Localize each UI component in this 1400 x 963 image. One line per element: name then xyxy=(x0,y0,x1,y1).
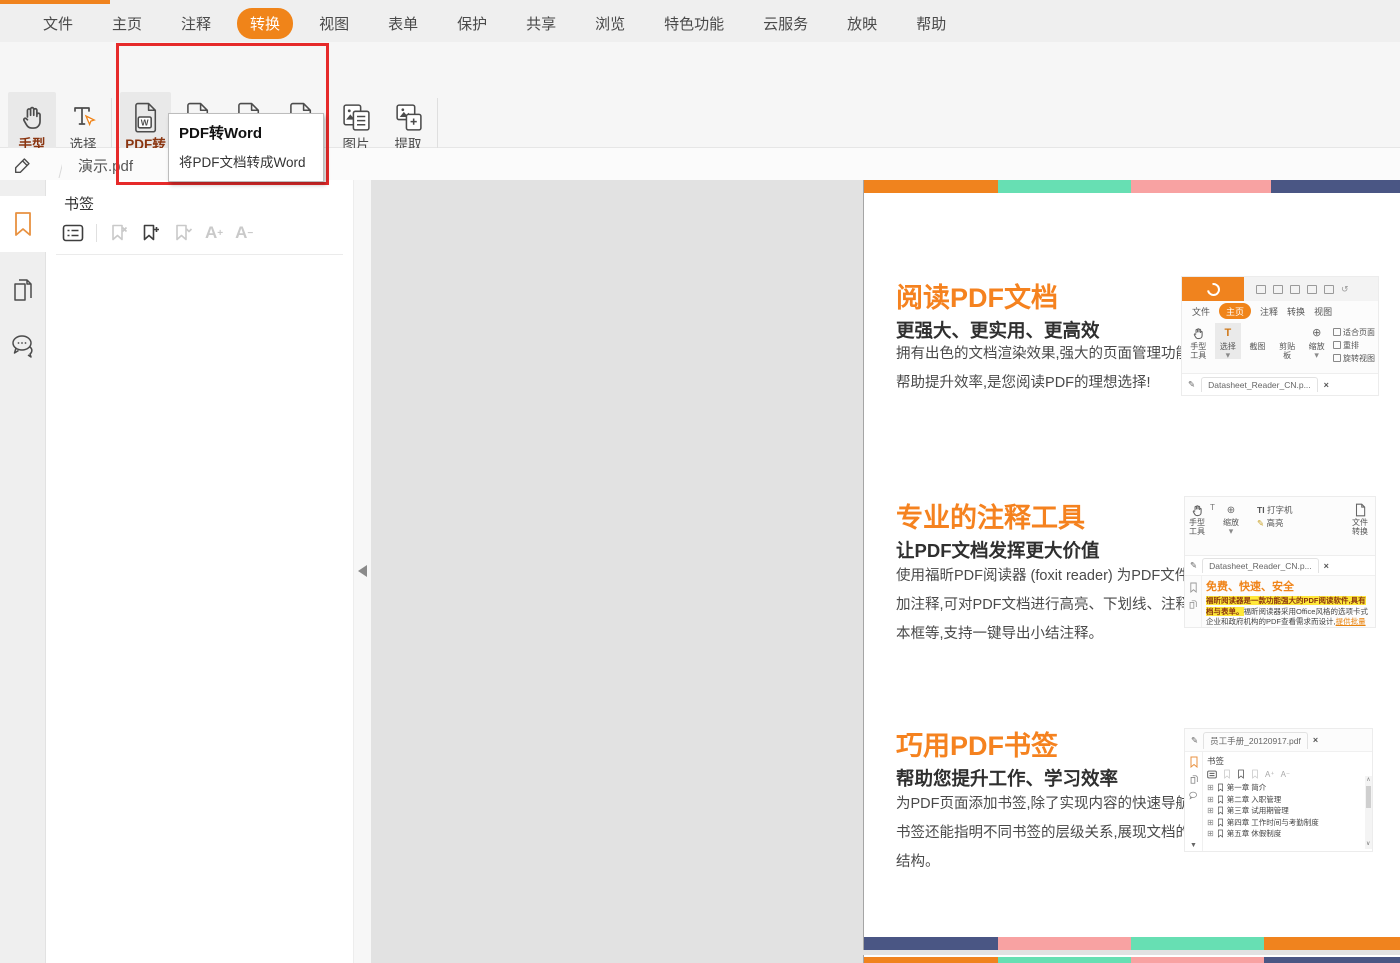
pdf-page: 阅读PDF文档 更强大、更实用、更高效 拥有出色的文档渲染效果,强大的页面管理功… xyxy=(863,180,1400,950)
sidebar-pages-button[interactable] xyxy=(0,262,46,318)
menu-tab-view[interactable]: 视图 xyxy=(319,13,349,34)
sidebar-bookmarks-button[interactable] xyxy=(0,196,46,252)
mini-doc-tab-bar: ✎ Datasheet_Reader_CN.p... × xyxy=(1185,555,1375,575)
mini-screenshot-bookmarks: ✎ 员工手册_20120917.pdf × ▼ 书签 A⁺ A⁻ ⊞ 第一章 简… xyxy=(1184,728,1373,852)
menu-tab-file[interactable]: 文件 xyxy=(43,13,73,34)
section-subtitle: 让PDF文档发挥更大价值 xyxy=(896,540,1100,561)
next-page-color-bar xyxy=(864,957,1400,963)
extract-image-icon xyxy=(393,98,424,136)
menu-tab-home[interactable]: 主页 xyxy=(112,13,142,34)
mini-toolbar: 手型 工具 T ⊕ 缩放 ▾ TI 打字机 ✎ 高亮 文件 转换 xyxy=(1189,503,1368,536)
menu-tab-help[interactable]: 帮助 xyxy=(916,13,946,34)
font-increase-button[interactable]: A + xyxy=(205,223,223,243)
mini-menu-tabs: 文件 主页 注释 转换 视图 xyxy=(1182,301,1378,321)
menu-tab-protect[interactable]: 保护 xyxy=(457,13,487,34)
pencil-icon: ✎ xyxy=(1191,734,1199,745)
mail-icon xyxy=(1307,284,1317,294)
menu-tab-browse[interactable]: 浏览 xyxy=(595,13,625,34)
hand-icon xyxy=(19,98,46,136)
folder-icon xyxy=(1256,284,1266,294)
toolbar-divider xyxy=(96,224,97,242)
navigation-sidebar xyxy=(0,180,46,963)
menu-bar: 文件 主页 注释 转换 视图 表单 保护 共享 浏览 特色功能 云服务 放映 帮… xyxy=(0,4,1400,42)
menu-tab-cloud[interactable]: 云服务 xyxy=(763,13,808,34)
section-title: 阅读PDF文档 xyxy=(896,283,1058,313)
section-title: 专业的注释工具 xyxy=(896,503,1085,533)
expand-bookmarks-button[interactable] xyxy=(173,223,193,243)
bookmarks-panel-title: 书签 xyxy=(64,196,95,213)
tooltip-description: 将PDF文档转成Word xyxy=(179,155,306,170)
doc-icon xyxy=(1324,284,1334,294)
section-subtitle: 帮助您提升工作、学习效率 xyxy=(896,768,1119,789)
mini-doc-content: 免费、快速、安全 福昕阅读器是一款功能强大的PDF阅读软件,具有 档与表单。福昕… xyxy=(1185,575,1375,627)
mini-toolbar: 手型 工具 T 选择 ▾ 截图 剪贴板 ⊕ 缩放 ▾ 适合页面 重排 旋转视图 xyxy=(1182,321,1378,373)
print-icon xyxy=(1290,284,1300,294)
mini-screenshot-reader: ↺ 文件 主页 注释 转换 视图 手型 工具 T 选择 ▾ 截图 剪贴 板 ⊕ … xyxy=(1181,276,1379,396)
save-icon xyxy=(1273,284,1283,294)
tooltip: PDF转Word 将PDF文档转成Word xyxy=(168,113,324,182)
section-title: 巧用PDF书签 xyxy=(896,731,1058,761)
page-top-color-bar xyxy=(864,180,1400,193)
menu-tab-share[interactable]: 共享 xyxy=(526,13,556,34)
bookmarks-panel-toolbar: A + A − xyxy=(62,220,253,246)
mini-sidebar: ▼ xyxy=(1185,752,1203,851)
main-area: 书签 A + A − 阅读PDF文档 更强大、更实用、更高效 拥有出色的文档渲染… xyxy=(0,180,1400,963)
document-tab[interactable]: 演示.pdf xyxy=(62,150,180,180)
panel-separator xyxy=(56,254,343,255)
section-body: 使用福昕PDF阅读器 (foxit reader) 为PDF文件添 加注释,可对… xyxy=(896,568,1220,642)
panel-resizer[interactable] xyxy=(353,180,371,963)
mini-scrollbar: ∧ ∨ xyxy=(1365,776,1372,849)
mini-view-options: 适合页面 重排 旋转视图 xyxy=(1332,323,1375,365)
menu-tab-convert[interactable]: 转换 xyxy=(237,7,294,39)
pdf-to-word-icon: W xyxy=(131,98,160,136)
image-to-pdf-icon xyxy=(341,98,372,136)
document-view: 阅读PDF文档 更强大、更实用、更高效 拥有出色的文档渲染效果,强大的页面管理功… xyxy=(371,180,1400,963)
next-pdf-page-edge xyxy=(863,955,1400,963)
undo-icon: ↺ xyxy=(1341,283,1349,294)
pencil-icon: ✎ xyxy=(1188,379,1196,389)
bookmark-icon xyxy=(15,212,31,236)
close-icon: × xyxy=(1323,560,1329,571)
foxit-logo xyxy=(1182,277,1244,301)
sidebar-comments-button[interactable] xyxy=(0,318,46,374)
annotate-pencil-icon[interactable] xyxy=(12,154,34,176)
mini-bookmarks-panel: 书签 A⁺A⁻ ⊞第一章 简介 ⊞第二章 入职管理 ⊞第三章 试用期管理 xyxy=(1207,756,1372,849)
close-icon: × xyxy=(1323,379,1329,390)
menu-tab-comment[interactable]: 注释 xyxy=(181,13,211,34)
delete-bookmark-button[interactable] xyxy=(109,223,129,243)
mini-doc-tab-bar: ✎ 员工手册_20120917.pdf × xyxy=(1185,729,1372,751)
foxit-reader-window: 文件 主页 注释 转换 视图 表单 保护 共享 浏览 特色功能 云服务 放映 帮… xyxy=(0,0,1400,963)
section-body: 拥有出色的文档渲染效果,强大的页面管理功能, 帮助提升效率,是您阅读PDF的理想… xyxy=(896,346,1195,391)
menu-tab-form[interactable]: 表单 xyxy=(388,13,418,34)
bookmark-list-menu-button[interactable] xyxy=(62,224,84,242)
pencil-icon: ✎ xyxy=(1190,560,1198,570)
close-icon: × xyxy=(1312,735,1319,745)
comments-icon xyxy=(12,335,33,358)
section-body: 为PDF页面添加书签,除了实现内容的快速导航, 书签还能指明不同书签的层级关系,… xyxy=(896,796,1195,870)
font-decrease-button[interactable]: A − xyxy=(235,223,253,243)
mini-header: ↺ xyxy=(1182,277,1378,301)
mini-quick-icons: ↺ xyxy=(1256,284,1349,295)
add-bookmark-button[interactable] xyxy=(141,223,161,243)
select-text-icon xyxy=(69,98,97,136)
svg-text:W: W xyxy=(141,118,149,127)
tooltip-title: PDF转Word xyxy=(179,125,263,142)
bookmarks-panel: 书签 A + A − xyxy=(46,180,353,963)
mini-screenshot-annotation: 手型 工具 T ⊕ 缩放 ▾ TI 打字机 ✎ 高亮 文件 转换 ✎ Datas… xyxy=(1184,496,1376,628)
page-bottom-color-bar xyxy=(864,937,1400,950)
menu-tab-slideshow[interactable]: 放映 xyxy=(847,13,877,34)
collapse-panel-arrow-icon[interactable] xyxy=(358,565,367,577)
menu-tab-features[interactable]: 特色功能 xyxy=(664,13,724,34)
mini-doc-tab-bar: ✎ Datasheet_Reader_CN.p... × xyxy=(1182,373,1378,395)
pages-icon xyxy=(14,279,32,301)
